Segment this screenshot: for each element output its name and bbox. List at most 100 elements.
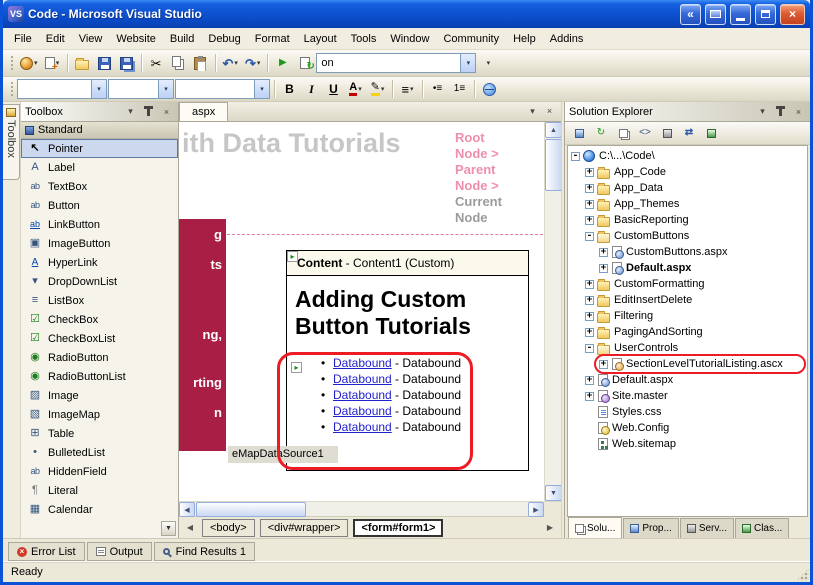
toolbox-item-table[interactable]: ⊞Table bbox=[21, 424, 178, 443]
designer-vertical-scrollbar[interactable]: ▲ ▼ bbox=[544, 122, 561, 501]
tree-expander[interactable] bbox=[585, 376, 594, 385]
tree-item-folder[interactable]: App_Themes bbox=[568, 196, 807, 212]
tree-item-folder[interactable]: PagingAndSorting bbox=[568, 324, 807, 340]
toolbox-item-button[interactable]: abButton bbox=[21, 196, 178, 215]
tag-div-wrapper[interactable]: <div#wrapper> bbox=[260, 519, 349, 537]
tree-expander[interactable] bbox=[585, 424, 594, 433]
tree-expander[interactable] bbox=[571, 152, 580, 161]
toolbox-item-dropdownlist[interactable]: ▾DropDownList bbox=[21, 272, 178, 291]
tree-expander[interactable] bbox=[585, 184, 594, 193]
tree-item-root[interactable]: C:\...\Code\ bbox=[568, 148, 807, 164]
toolbox-item-label[interactable]: ALabel bbox=[21, 158, 178, 177]
sitemap-datasource-control[interactable]: eMapDataSource1 bbox=[228, 446, 338, 463]
databound-link[interactable]: Databound bbox=[333, 420, 392, 434]
save-all-button[interactable] bbox=[116, 53, 137, 74]
document-tab-aspx[interactable]: aspx bbox=[179, 102, 228, 121]
toolbox-item-imagemap[interactable]: ▧ImageMap bbox=[21, 405, 178, 424]
smart-tag-glyph[interactable]: ▸ bbox=[291, 362, 302, 373]
properties-button[interactable] bbox=[569, 124, 589, 143]
tree-item-file[interactable]: Web.Config bbox=[568, 420, 807, 436]
cut-button[interactable]: ✂ bbox=[146, 53, 167, 74]
design-surface[interactable]: ith Data Tutorials Root Node > Parent No… bbox=[179, 122, 561, 501]
tree-item-folder[interactable]: CustomButtons bbox=[568, 228, 807, 244]
undo-button[interactable]: ↶▾ bbox=[220, 53, 241, 74]
font-size-combobox[interactable]: ▾ bbox=[175, 79, 270, 99]
databound-link[interactable]: Databound bbox=[333, 388, 392, 402]
horizontal-scroll-thumb[interactable] bbox=[196, 502, 306, 517]
tree-expander[interactable] bbox=[585, 296, 594, 305]
menu-view[interactable]: View bbox=[72, 30, 110, 48]
view-in-browser-button[interactable] bbox=[294, 53, 315, 74]
tree-expander[interactable] bbox=[585, 216, 594, 225]
nest-related-files-button[interactable] bbox=[613, 124, 633, 143]
tab-class-view[interactable]: Clas... bbox=[735, 518, 789, 538]
target-rule-combobox[interactable]: ▾ bbox=[17, 79, 107, 99]
tag-nav-right-button[interactable]: ▶ bbox=[543, 520, 557, 536]
tree-expander[interactable] bbox=[585, 440, 594, 449]
menu-addins[interactable]: Addins bbox=[543, 30, 591, 48]
toolbox-item-bulletedlist[interactable]: •BulletedList bbox=[21, 443, 178, 462]
designer-horizontal-scrollbar[interactable]: ◀ ▶ bbox=[179, 501, 561, 516]
tree-item-folder[interactable]: EditInsertDelete bbox=[568, 292, 807, 308]
tree-item-file[interactable]: Styles.css bbox=[568, 404, 807, 420]
tree-expander[interactable] bbox=[599, 248, 608, 257]
toolbar-options-button[interactable]: ▾ bbox=[477, 53, 498, 74]
tree-item-file[interactable]: Default.aspx bbox=[568, 372, 807, 388]
tree-item-folder[interactable]: Filtering bbox=[568, 308, 807, 324]
toolbar-grip[interactable] bbox=[9, 80, 13, 98]
toolbox-item-checkboxlist[interactable]: ☑CheckBoxList bbox=[21, 329, 178, 348]
tree-item-folder[interactable]: CustomFormatting bbox=[568, 276, 807, 292]
italic-button[interactable]: I bbox=[301, 79, 322, 100]
tab-server-explorer[interactable]: Serv... bbox=[680, 518, 734, 538]
underline-button[interactable]: U bbox=[323, 79, 344, 100]
aspnet-configuration-button[interactable] bbox=[701, 124, 721, 143]
tree-expander[interactable] bbox=[585, 168, 594, 177]
toolbox-section-standard[interactable]: Standard bbox=[21, 122, 178, 139]
tree-expander[interactable] bbox=[585, 408, 594, 417]
toolbox-item-pointer[interactable]: ↖Pointer bbox=[21, 139, 178, 158]
databound-link[interactable]: Databound bbox=[333, 372, 392, 386]
menu-file[interactable]: File bbox=[7, 30, 39, 48]
hyperlink-button[interactable] bbox=[479, 79, 500, 100]
toolbox-item-radiobutton[interactable]: ◉RadioButton bbox=[21, 348, 178, 367]
document-close-button[interactable]: × bbox=[542, 104, 557, 118]
toolbox-item-imagebutton[interactable]: ▣ImageButton bbox=[21, 234, 178, 253]
combo-dropdown-button[interactable]: ▾ bbox=[254, 80, 269, 98]
tree-item-file[interactable]: CustomButtons.aspx bbox=[568, 244, 807, 260]
menu-help[interactable]: Help bbox=[506, 30, 543, 48]
menu-build[interactable]: Build bbox=[163, 30, 201, 48]
scroll-down-button[interactable]: ▼ bbox=[545, 485, 561, 501]
tree-item-folder[interactable]: BasicReporting bbox=[568, 212, 807, 228]
menu-community[interactable]: Community bbox=[436, 30, 506, 48]
refresh-button[interactable]: ↻ bbox=[591, 124, 611, 143]
toolbox-item-literal[interactable]: ¶Literal bbox=[21, 481, 178, 500]
toolbox-item-textbox[interactable]: abTextBox bbox=[21, 177, 178, 196]
auto-hide-pin-button[interactable] bbox=[141, 105, 156, 119]
menu-layout[interactable]: Layout bbox=[297, 30, 344, 48]
copy-button[interactable] bbox=[168, 53, 189, 74]
font-name-combobox[interactable]: ▾ bbox=[108, 79, 174, 99]
toolbox-item-linkbutton[interactable]: abLinkButton bbox=[21, 215, 178, 234]
tree-item-folder[interactable]: App_Code bbox=[568, 164, 807, 180]
tree-item-file[interactable]: Site.master bbox=[568, 388, 807, 404]
tag-body[interactable]: <body> bbox=[202, 519, 255, 537]
minimize-button[interactable] bbox=[730, 4, 751, 25]
menu-edit[interactable]: Edit bbox=[39, 30, 72, 48]
toolbox-close-button[interactable]: × bbox=[159, 105, 174, 119]
menu-format[interactable]: Format bbox=[248, 30, 297, 48]
open-file-button[interactable] bbox=[72, 53, 93, 74]
vertical-scroll-thumb[interactable] bbox=[545, 139, 561, 191]
save-button[interactable] bbox=[94, 53, 115, 74]
new-website-button[interactable]: ▾ bbox=[17, 53, 41, 74]
tree-expander[interactable] bbox=[585, 328, 594, 337]
document-list-dropdown-button[interactable]: ▾ bbox=[525, 104, 540, 118]
paste-button[interactable] bbox=[190, 53, 211, 74]
bulleted-list-button[interactable]: •≡ bbox=[427, 79, 448, 100]
tree-expander[interactable] bbox=[585, 312, 594, 321]
chevrons-button[interactable]: « bbox=[680, 4, 701, 25]
tab-error-list[interactable]: ×Error List bbox=[8, 542, 85, 561]
tab-find-results[interactable]: Find Results 1 bbox=[154, 542, 255, 561]
highlight-button[interactable]: ✎▾ bbox=[367, 79, 388, 100]
toolbox-item-listbox[interactable]: ≡ListBox bbox=[21, 291, 178, 310]
tree-expander[interactable] bbox=[599, 264, 608, 273]
